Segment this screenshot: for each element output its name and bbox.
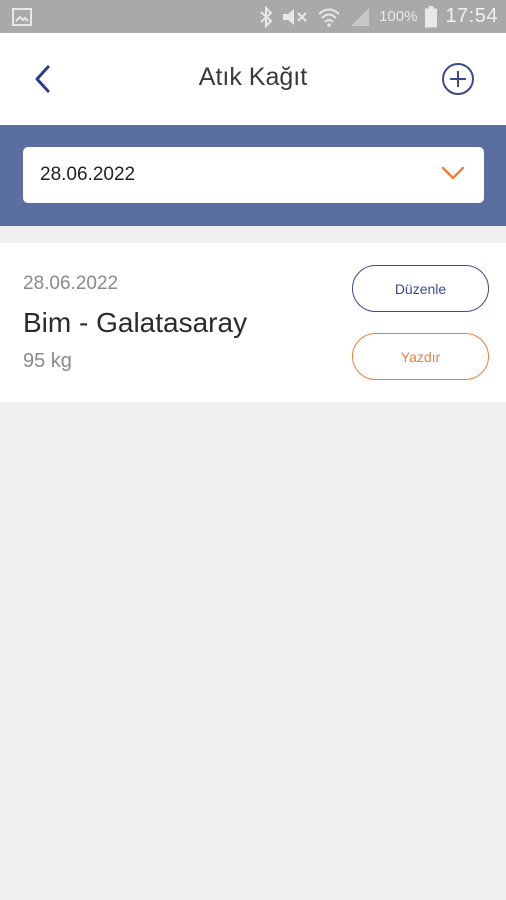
list-item: 28.06.2022 Bim - Galatasaray 95 kg Düzen… bbox=[0, 243, 506, 402]
print-button[interactable]: Yazdır bbox=[352, 333, 489, 380]
filter-band: 28.06.2022 bbox=[0, 125, 506, 226]
wifi-icon bbox=[317, 7, 341, 27]
bluetooth-icon bbox=[259, 5, 273, 28]
status-time: 17:54 bbox=[445, 5, 498, 27]
app-header: Atık Kağıt bbox=[0, 33, 506, 125]
plus-circle-icon bbox=[441, 62, 475, 101]
chevron-down-icon bbox=[440, 165, 466, 186]
battery-icon bbox=[425, 5, 438, 28]
mute-icon bbox=[281, 7, 309, 27]
signal-icon bbox=[349, 7, 371, 27]
battery-percentage: 100% bbox=[379, 8, 418, 25]
status-right: 100% 17:54 bbox=[259, 5, 498, 28]
date-select-value: 28.06.2022 bbox=[40, 164, 136, 185]
add-record-button[interactable] bbox=[440, 62, 476, 101]
record-date: 28.06.2022 bbox=[23, 273, 119, 294]
status-bar: 100% 17:54 bbox=[0, 0, 506, 33]
status-left bbox=[12, 7, 32, 26]
date-select[interactable]: 28.06.2022 bbox=[23, 147, 484, 203]
gallery-icon bbox=[12, 7, 32, 26]
edit-button[interactable]: Düzenle bbox=[352, 265, 489, 312]
record-weight: 95 kg bbox=[23, 350, 72, 372]
record-name: Bim - Galatasaray bbox=[23, 307, 248, 338]
page-title: Atık Kağıt bbox=[198, 63, 308, 91]
